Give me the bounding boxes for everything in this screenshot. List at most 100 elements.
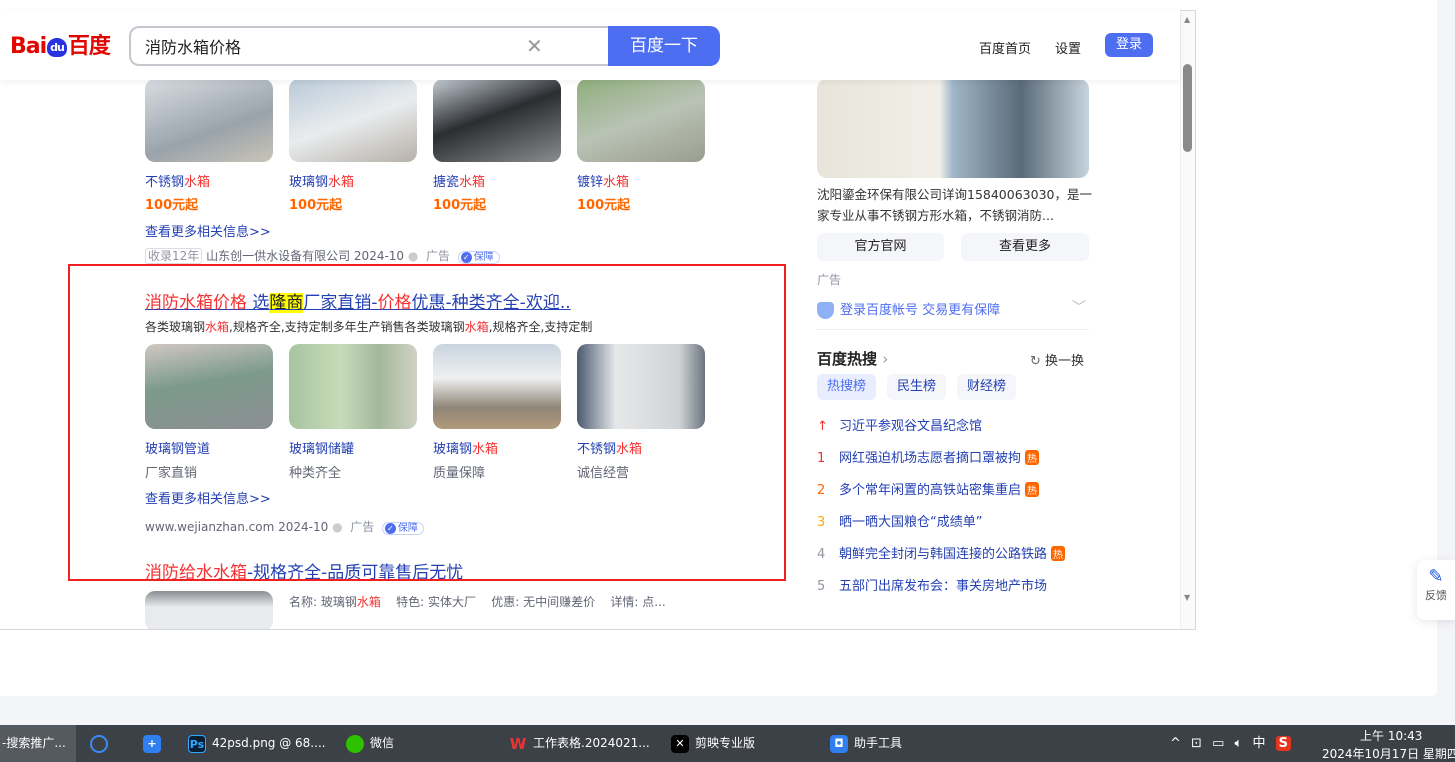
hot-search-item[interactable]: 5 五部门出席发布会：事关房地产市场 bbox=[817, 575, 1097, 607]
hot-search-item[interactable]: 3 晒一晒大国粮仓“成绩单” bbox=[817, 511, 1097, 543]
ad-label: 广告 bbox=[817, 273, 842, 287]
product-link[interactable]: 不锈钢水箱 bbox=[577, 438, 642, 457]
record-badge: 收录12年 bbox=[145, 248, 203, 264]
product-image[interactable] bbox=[145, 344, 273, 429]
guarantee-badge[interactable]: ✓ 保障 bbox=[457, 251, 500, 264]
more-info-link[interactable]: 查看更多相关信息>> bbox=[145, 221, 271, 240]
clear-icon[interactable]: ✕ bbox=[526, 34, 543, 58]
login-button[interactable]: 登录 bbox=[1105, 33, 1153, 57]
settings-link[interactable]: 设置 bbox=[1055, 38, 1081, 57]
taskbar-item-wps[interactable]: W 工作表格.2024021... bbox=[509, 725, 650, 762]
baidu-home-link[interactable]: 百度首页 bbox=[979, 38, 1031, 57]
official-site-button[interactable]: 官方官网 bbox=[817, 233, 944, 261]
guarantee-badge[interactable]: ✓ 保障 bbox=[381, 522, 424, 535]
title-highlight: 隆商 bbox=[269, 293, 304, 313]
product-link[interactable]: 镀锌水箱 bbox=[577, 171, 629, 190]
info-icon[interactable]: ● bbox=[332, 520, 342, 534]
taskbar-item-wechat[interactable]: 微信 bbox=[346, 725, 394, 762]
system-tray[interactable]: ^ ⊡ ▭ 🔈︎ 中 S bbox=[1170, 725, 1292, 762]
divider bbox=[817, 329, 1089, 330]
product-name: 搪瓷 bbox=[433, 175, 460, 190]
product-image[interactable] bbox=[577, 79, 705, 162]
plus-icon: + bbox=[143, 734, 161, 753]
tab-hot-search[interactable]: 热搜榜 bbox=[817, 374, 877, 400]
product-image[interactable] bbox=[577, 344, 705, 429]
ad-source[interactable]: 山东创一供水设备有限公司 2024-10 bbox=[206, 249, 404, 263]
clock-date[interactable]: 2024年10月17日 星期四 bbox=[1322, 745, 1455, 762]
product-link[interactable]: 玻璃钢管道 bbox=[145, 438, 210, 457]
ad-label: 广告 bbox=[350, 520, 375, 534]
hot-search-text: 网红强迫机场志愿者摘口罩被拘 bbox=[839, 451, 1022, 466]
taskbar-item-search-app[interactable] bbox=[90, 725, 114, 762]
search-header: Baidu百度 ✕ 百度一下 百度首页 设置 登录 bbox=[0, 10, 1180, 80]
rank-number: ↑ bbox=[817, 419, 828, 434]
ad-label: 广告 bbox=[426, 249, 451, 263]
product-keyword: 水箱 bbox=[184, 175, 211, 190]
refresh-button[interactable]: ↻ 换一换 bbox=[1030, 350, 1084, 369]
display-icon: ▭ bbox=[1212, 736, 1225, 751]
scrollbar[interactable]: ▲ ▼ bbox=[1180, 11, 1195, 629]
taskbar-item-browser[interactable]: -搜索推广... bbox=[0, 725, 76, 762]
wechat-icon bbox=[346, 734, 364, 753]
product-subtitle: 诚信经营 bbox=[577, 466, 630, 481]
ad-title-link[interactable]: 消防水箱价格 选隆商厂家直销-价格优惠-种类齐全-欢迎.. bbox=[145, 288, 571, 313]
product-image[interactable] bbox=[145, 591, 273, 629]
hot-search-text: 晒一晒大国粮仓“成绩单” bbox=[839, 515, 983, 530]
hot-search-title[interactable]: 百度热搜 › bbox=[817, 348, 888, 369]
baidu-logo[interactable]: Bai du 百度 bbox=[10, 28, 111, 60]
product-link[interactable]: 玻璃钢水箱 bbox=[433, 438, 498, 457]
tab-finance[interactable]: 财经榜 bbox=[957, 374, 1017, 400]
rank-number: 2 bbox=[817, 483, 826, 498]
sidebar-ad-image[interactable] bbox=[817, 79, 1089, 178]
taskbar-item-capcut[interactable]: ✕ 剪映专业版 bbox=[671, 725, 755, 762]
chevron-down-icon[interactable]: ﹀ bbox=[1072, 297, 1086, 317]
title-keyword: 价格 bbox=[377, 293, 412, 313]
hot-search-text: 习近平参观谷文昌纪念馆 bbox=[839, 419, 983, 434]
product-keyword: 水箱 bbox=[603, 175, 630, 190]
product-image[interactable] bbox=[289, 79, 417, 162]
product-link[interactable]: 搪瓷水箱 bbox=[433, 171, 485, 190]
ad-title-link[interactable]: 消防给水水箱-规格齐全-品质可靠售后无忧 bbox=[145, 558, 463, 583]
hot-search-item[interactable]: 2 多个常年闲置的高铁站密集重启热 bbox=[817, 479, 1097, 511]
company-description: 沈阳鎏金环保有限公司详询15840063030，是一家专业从事不锈钢方形水箱，不… bbox=[817, 187, 1092, 223]
pen-icon: ✎ bbox=[1428, 566, 1444, 587]
scroll-down-icon[interactable]: ▼ bbox=[1184, 593, 1190, 602]
taskbar-item-helper[interactable]: ◘ 助手工具 bbox=[830, 725, 902, 762]
hot-search-item[interactable]: ↑ 习近平参观谷文昌纪念馆 bbox=[817, 415, 1097, 447]
info-icon[interactable]: ● bbox=[408, 249, 418, 263]
product-image[interactable] bbox=[289, 344, 417, 429]
network-icon: ⊡ bbox=[1191, 736, 1202, 751]
scroll-up-icon[interactable]: ▲ bbox=[1184, 15, 1190, 24]
product-link[interactable]: 玻璃钢水箱 bbox=[289, 171, 354, 190]
search-results-frame: 不锈钢水箱 玻璃钢水箱 搪瓷水箱 镀锌水箱 100元起 100元起 100元起 … bbox=[0, 10, 1196, 630]
login-prompt[interactable]: 登录百度帐号 交易更有保障 bbox=[817, 299, 1000, 319]
search-button[interactable]: 百度一下 bbox=[608, 26, 720, 66]
hot-search-item[interactable]: 1 网红强迫机场志愿者摘口罩被拘热 bbox=[817, 447, 1097, 479]
tab-livelihood[interactable]: 民生榜 bbox=[887, 374, 947, 400]
hot-search-text: 多个常年闲置的高铁站密集重启 bbox=[839, 483, 1022, 498]
product-subtitle: 厂家直销 bbox=[145, 466, 198, 481]
feedback-button[interactable]: ✎ 反馈 bbox=[1417, 560, 1455, 620]
hot-search-item[interactable]: 4 朝鲜完全封闭与韩国连接的公路铁路热 bbox=[817, 543, 1097, 575]
title-text: 选 bbox=[247, 293, 270, 313]
search-input[interactable] bbox=[145, 36, 515, 55]
product-subtitle: 质量保障 bbox=[433, 466, 486, 481]
rank-number: 4 bbox=[817, 547, 826, 562]
ad-source[interactable]: www.wejianzhan.com 2024-10 bbox=[145, 520, 328, 534]
product-image[interactable] bbox=[433, 344, 561, 429]
taskbar-item-add[interactable]: + bbox=[143, 725, 167, 762]
volume-icon: 🔈︎ bbox=[1234, 736, 1243, 751]
taskbar-item-photoshop[interactable]: Ps 42psd.png @ 68.... bbox=[188, 725, 326, 762]
feedback-label: 反馈 bbox=[1425, 589, 1447, 602]
photoshop-icon: Ps bbox=[188, 734, 206, 753]
product-link[interactable]: 不锈钢水箱 bbox=[145, 171, 210, 190]
view-more-button[interactable]: 查看更多 bbox=[961, 233, 1089, 261]
clock-time[interactable]: 上午 10:43 bbox=[1360, 727, 1422, 744]
more-info-link[interactable]: 查看更多相关信息>> bbox=[145, 488, 271, 507]
product-image[interactable] bbox=[433, 79, 561, 162]
scrollbar-thumb[interactable] bbox=[1183, 64, 1192, 152]
product-image[interactable] bbox=[145, 79, 273, 162]
product-link[interactable]: 玻璃钢储罐 bbox=[289, 438, 354, 457]
title-text: 厂家直销- bbox=[303, 293, 378, 313]
title-text: 优惠-种类齐全-欢迎.. bbox=[411, 293, 571, 313]
